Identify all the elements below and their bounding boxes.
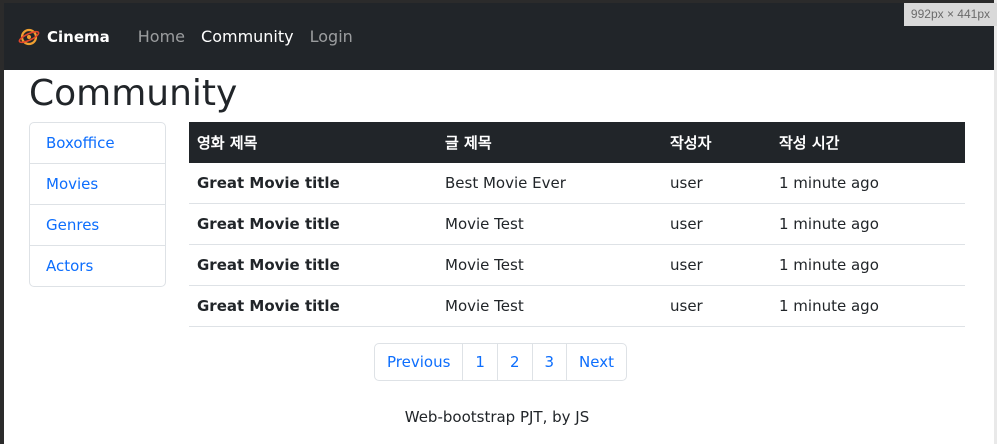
cell-movie-title: Great Movie title — [189, 163, 437, 204]
table-row[interactable]: Great Movie title Movie Test user 1 minu… — [189, 203, 965, 245]
page-title: Community — [29, 73, 238, 114]
cell-author: user — [662, 203, 771, 245]
cell-time: 1 minute ago — [771, 163, 965, 204]
cell-author: user — [662, 244, 771, 286]
sidebar-item-boxoffice[interactable]: Boxoffice — [30, 123, 165, 164]
navbar-brand[interactable]: Cinema — [18, 27, 110, 47]
pagination-page-2[interactable]: 2 — [498, 344, 533, 380]
header-movie-title: 영화 제목 — [189, 122, 437, 163]
brand-label: Cinema — [47, 27, 110, 46]
cell-post-title: Movie Test — [437, 244, 662, 286]
header-author: 작성자 — [662, 122, 771, 163]
navbar: Cinema Home Community Login — [4, 3, 994, 70]
footer-text: Web-bootstrap PJT, by JS — [404, 408, 590, 426]
cell-time: 1 minute ago — [771, 203, 965, 245]
cell-movie-title: Great Movie title — [189, 203, 437, 245]
pagination-previous-button[interactable]: Previous — [375, 344, 464, 380]
cell-time: 1 minute ago — [771, 244, 965, 286]
cell-post-title: Best Movie Ever — [437, 163, 662, 204]
viewport-size-indicator: 992px × 441px — [903, 3, 997, 26]
sidebar-item-actors[interactable]: Actors — [30, 246, 165, 286]
table-row[interactable]: Great Movie title Movie Test user 1 minu… — [189, 285, 965, 327]
table-row[interactable]: Great Movie title Movie Test user 1 minu… — [189, 244, 965, 286]
cell-post-title: Movie Test — [437, 203, 662, 245]
sidebar-list: Boxoffice Movies Genres Actors — [29, 122, 166, 287]
nav-community[interactable]: Community — [201, 27, 294, 46]
nav-home[interactable]: Home — [138, 27, 185, 46]
table-header-row: 영화 제목 글 제목 작성자 작성 시간 — [189, 122, 965, 163]
sidebar-item-genres[interactable]: Genres — [30, 205, 165, 246]
pagination-next-button[interactable]: Next — [567, 344, 626, 380]
cell-author: user — [662, 163, 771, 204]
pagination: Previous 1 2 3 Next — [374, 343, 627, 381]
cell-time: 1 minute ago — [771, 285, 965, 327]
sidebar-item-movies[interactable]: Movies — [30, 164, 165, 205]
cell-post-title: Movie Test — [437, 285, 662, 327]
table-row[interactable]: Great Movie title Best Movie Ever user 1… — [189, 163, 965, 204]
header-post-title: 글 제목 — [437, 122, 662, 163]
cinema-logo-icon — [18, 28, 40, 45]
nav-login[interactable]: Login — [310, 27, 353, 46]
cell-author: user — [662, 285, 771, 327]
cell-movie-title: Great Movie title — [189, 285, 437, 327]
header-time: 작성 시간 — [771, 122, 965, 163]
cell-movie-title: Great Movie title — [189, 244, 437, 286]
community-table: 영화 제목 글 제목 작성자 작성 시간 Great Movie title B… — [189, 122, 965, 327]
pagination-page-1[interactable]: 1 — [463, 344, 498, 380]
pagination-page-3[interactable]: 3 — [533, 344, 568, 380]
